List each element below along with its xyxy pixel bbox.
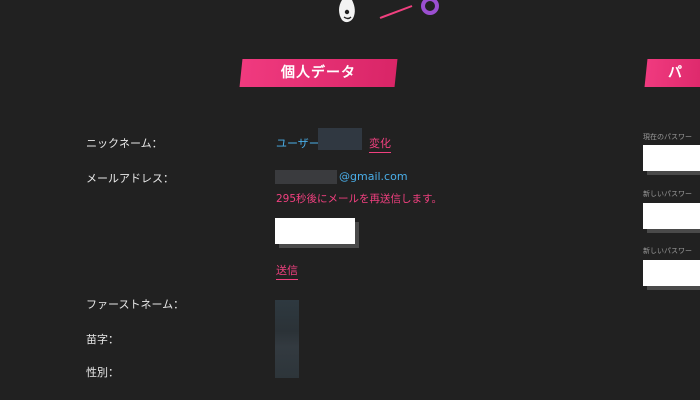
email-label: メールアドレス：	[86, 172, 174, 185]
personal-data-banner: 個人データ	[239, 59, 398, 87]
new-password-label: 新しいパスワー	[643, 190, 692, 198]
confirm-password-input[interactable]	[643, 260, 700, 286]
password-title: パ	[668, 65, 683, 81]
change-nickname-link[interactable]: 変化	[369, 135, 391, 153]
send-link[interactable]: 送信	[276, 262, 298, 280]
name-values-redacted	[275, 300, 299, 378]
nickname-redacted	[318, 128, 362, 150]
password-banner: パ	[644, 59, 700, 87]
nickname-value: ユーザー	[276, 137, 320, 150]
current-password-label: 現在のパスワー	[643, 133, 692, 141]
gender-label: 性別：	[86, 366, 119, 379]
current-password-input[interactable]	[643, 145, 700, 171]
ring-icon	[421, 0, 439, 15]
streak-line	[379, 5, 413, 19]
first-name-label: ファーストネーム：	[86, 298, 185, 311]
resend-countdown-message: 295秒後にメールを再送信します。	[276, 193, 442, 205]
verification-code-input[interactable]	[275, 218, 355, 244]
confirm-password-label: 新しいパスワー	[643, 247, 692, 255]
nickname-label: ニックネーム：	[86, 137, 163, 150]
new-password-input[interactable]	[643, 203, 700, 229]
personal-data-title: 個人データ	[281, 65, 356, 81]
header-decoration	[339, 0, 439, 23]
mascot-icon	[339, 0, 355, 23]
email-redacted	[275, 170, 337, 184]
email-domain: @gmail.com	[339, 170, 408, 183]
last-name-label: 苗字：	[86, 333, 119, 346]
